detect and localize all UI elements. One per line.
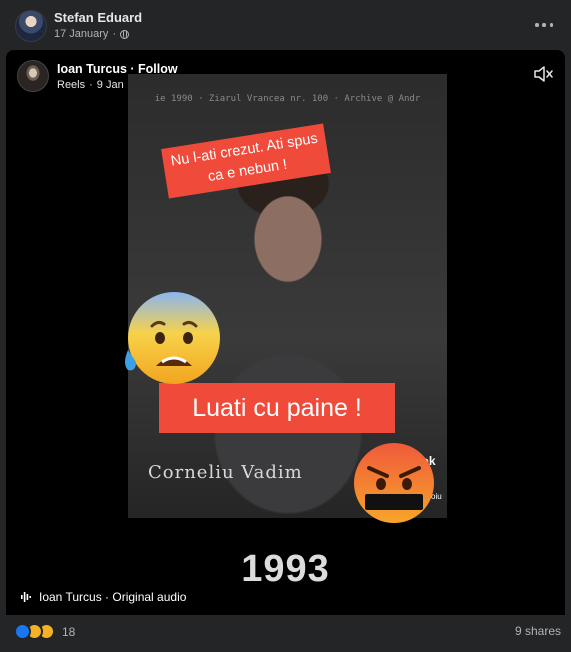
original-audio-link[interactable]: Ioan Turcus · Original audio [21, 590, 186, 604]
reaction-summary[interactable]: 18 [14, 623, 75, 640]
reel-source[interactable]: Reels [57, 79, 85, 91]
dot-icon [542, 23, 546, 27]
like-reaction-icon [14, 623, 31, 640]
reel-date[interactable]: 9 Jan [97, 79, 124, 91]
reel-meta: Reels · 9 Jan [57, 79, 137, 91]
angry-face-emoji-icon [354, 443, 434, 523]
post-footer: 18 9 shares [0, 615, 571, 652]
anxious-face-emoji-icon [125, 292, 220, 384]
post-meta: 17 January · [54, 28, 130, 40]
more-options-button[interactable] [535, 16, 553, 34]
year-caption: 1993 [241, 548, 330, 590]
archive-caption: ie 1990 · Ziarul Vrancea nr. 100 · Archi… [154, 94, 421, 104]
shared-reel[interactable]: Ioan Turcus · Follow Reels · 9 Jan ie 19… [6, 50, 565, 615]
dot-icon [535, 23, 539, 27]
shares-count[interactable]: 9 shares [515, 624, 561, 638]
speaker-name-caption: Corneliu Vadim [148, 462, 303, 483]
speaker-muted-icon[interactable] [533, 66, 553, 82]
audio-wave-icon [21, 592, 31, 602]
audio-label: Ioan Turcus · Original audio [39, 590, 187, 604]
post-date[interactable]: 17 January [54, 28, 108, 40]
reel-author-avatar[interactable] [17, 60, 49, 92]
globe-icon [120, 29, 130, 39]
post-author-name[interactable]: Stefan Eduard [54, 10, 142, 25]
author-avatar[interactable] [15, 10, 47, 42]
post-header: Stefan Eduard 17 January · [0, 0, 571, 50]
reaction-count[interactable]: 18 [62, 625, 75, 639]
dot-icon [549, 23, 553, 27]
